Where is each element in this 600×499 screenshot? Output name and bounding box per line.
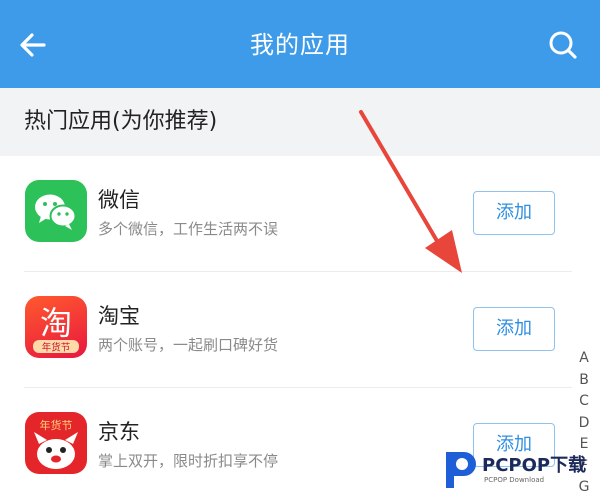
- app-description: 多个微信，工作生活两不误: [98, 220, 279, 238]
- taobao-icon-badge: 年货节: [42, 342, 71, 354]
- app-name: 微信: [98, 188, 140, 212]
- watermark: PCPOP下载 PCPOP Download: [440, 446, 590, 492]
- page-title: 我的应用: [250, 31, 350, 59]
- index-letter[interactable]: D: [574, 413, 594, 435]
- index-letter[interactable]: C: [574, 391, 594, 413]
- app-header: 我的应用: [0, 0, 600, 88]
- search-icon[interactable]: [546, 28, 580, 62]
- index-letter[interactable]: A: [574, 348, 594, 370]
- add-taobao-button[interactable]: 添加: [473, 307, 555, 351]
- watermark-subtitle: PCPOP Download: [484, 476, 545, 484]
- app-name: 淘宝: [98, 304, 140, 328]
- wechat-icon: [25, 180, 87, 242]
- watermark-brand: PCPOP下载: [482, 455, 587, 476]
- jd-icon: 年货节: [25, 412, 87, 474]
- list-item-taobao: 淘 年货节 淘宝 两个账号，一起刷口碑好货 添加: [0, 272, 600, 388]
- taobao-icon-glyph: 淘: [40, 304, 72, 342]
- pcpop-logo-icon: [446, 452, 476, 488]
- taobao-icon: 淘 年货节: [25, 296, 87, 358]
- index-letter[interactable]: B: [574, 370, 594, 392]
- app-description: 掌上双开，限时折扣享不停: [98, 452, 279, 470]
- add-wechat-button[interactable]: 添加: [473, 191, 555, 235]
- jd-icon-label: 年货节: [40, 418, 73, 432]
- app-description: 两个账号，一起刷口碑好货: [98, 336, 279, 354]
- section-header: 热门应用(为你推荐): [0, 88, 600, 156]
- section-title: 热门应用(为你推荐): [24, 109, 218, 134]
- app-name: 京东: [98, 420, 140, 444]
- list-item-wechat: 微信 多个微信，工作生活两不误 添加: [0, 156, 600, 272]
